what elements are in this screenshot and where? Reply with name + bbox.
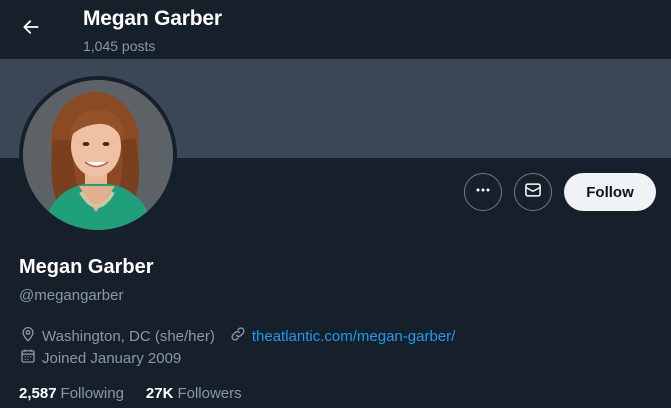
joined-row: Joined January 2009 xyxy=(19,347,181,369)
top-header: Megan Garber 1,045 posts xyxy=(0,0,671,59)
profile-page: Megan Garber 1,045 posts Follow Megan Ga… xyxy=(0,0,671,408)
calendar-icon xyxy=(19,347,42,369)
joined-text: Joined January 2009 xyxy=(42,349,182,367)
location-text: Washington, DC (she/her) xyxy=(42,327,215,345)
profile-meta-row: Washington, DC (she/her) theatlantic.com… xyxy=(19,325,455,347)
following-link[interactable]: 2,587 Following xyxy=(19,385,124,402)
avatar[interactable] xyxy=(23,80,173,230)
website-link[interactable]: theatlantic.com/megan-garber/ xyxy=(252,328,455,345)
website-item: theatlantic.com/megan-garber/ xyxy=(229,325,455,347)
message-button[interactable] xyxy=(514,173,552,211)
joined-item: Joined January 2009 xyxy=(19,347,181,369)
more-dots-icon xyxy=(473,180,493,205)
profile-handle: @megangarber xyxy=(19,287,124,304)
location-item: Washington, DC (she/her) xyxy=(19,325,215,347)
follow-stats: 2,587 Following 27K Followers xyxy=(19,385,242,402)
followers-count: 27K xyxy=(145,385,174,402)
more-options-button[interactable] xyxy=(464,173,502,211)
back-button[interactable] xyxy=(12,10,50,48)
location-pin-icon xyxy=(19,325,42,347)
followers-label: Followers xyxy=(177,385,242,402)
following-count: 2,587 xyxy=(19,385,57,402)
arrow-left-icon xyxy=(21,17,41,42)
link-icon xyxy=(229,325,252,347)
profile-name: Megan Garber xyxy=(19,256,154,278)
following-label: Following xyxy=(60,385,124,402)
envelope-icon xyxy=(523,180,543,205)
posts-count: 1,045 posts xyxy=(83,38,156,54)
header-title: Megan Garber xyxy=(83,7,222,30)
followers-link[interactable]: 27K Followers xyxy=(146,385,242,402)
follow-button[interactable]: Follow xyxy=(564,173,656,211)
